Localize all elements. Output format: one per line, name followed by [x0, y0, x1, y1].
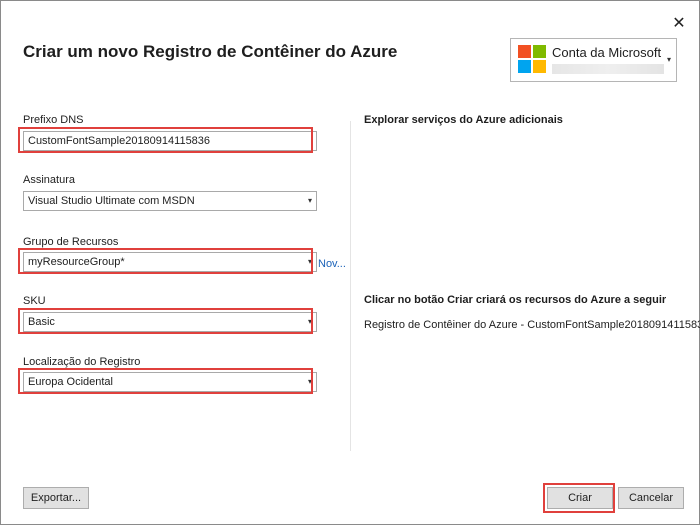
- create-registry-dialog: ✕ Criar um novo Registro de Contêiner do…: [0, 0, 700, 525]
- location-value: Europa Ocidental: [28, 376, 113, 388]
- resource-summary-line: Registro de Contêiner do Azure - CustomF…: [364, 319, 700, 331]
- dropdown-arrow-icon: ▾: [307, 377, 312, 386]
- new-resource-group-link[interactable]: Nov...: [318, 258, 346, 270]
- dropdown-arrow-icon: ▾: [307, 257, 312, 266]
- dropdown-arrow-icon: ▾: [307, 317, 312, 326]
- subscription-value: Visual Studio Ultimate com MSDN: [28, 195, 195, 207]
- dns-prefix-value: CustomFontSample20180914115836: [28, 135, 211, 147]
- subscription-label: Assinatura: [23, 174, 75, 186]
- account-email-redacted: [552, 64, 664, 74]
- explore-services-title: Explorar serviços do Azure adicionais: [364, 114, 563, 126]
- dropdown-arrow-icon: ▾: [307, 196, 312, 205]
- close-icon[interactable]: ✕: [670, 15, 688, 33]
- dns-prefix-input[interactable]: CustomFontSample20180914115836: [23, 131, 317, 151]
- sku-value: Basic: [28, 316, 55, 328]
- microsoft-logo-icon: [518, 45, 546, 73]
- resource-group-label: Grupo de Recursos: [23, 236, 119, 248]
- export-button[interactable]: Exportar...: [23, 487, 89, 509]
- dialog-title: Criar um novo Registro de Contêiner do A…: [23, 42, 398, 61]
- account-label: Conta da Microsoft: [552, 45, 662, 60]
- create-button[interactable]: Criar: [547, 487, 613, 509]
- subscription-select[interactable]: Visual Studio Ultimate com MSDN ▾: [23, 191, 317, 211]
- location-select[interactable]: Europa Ocidental ▾: [23, 372, 317, 392]
- column-divider: [350, 121, 351, 451]
- sku-label: SKU: [23, 295, 46, 307]
- dns-prefix-label: Prefixo DNS: [23, 114, 84, 126]
- location-label: Localização do Registro: [23, 356, 141, 368]
- create-info-title: Clicar no botão Criar criará os recursos…: [364, 294, 667, 306]
- cancel-button[interactable]: Cancelar: [618, 487, 684, 509]
- chevron-down-icon: ▾: [667, 55, 672, 64]
- resource-group-select[interactable]: myResourceGroup* ▾: [23, 252, 317, 272]
- sku-select[interactable]: Basic ▾: [23, 312, 317, 332]
- microsoft-account-selector[interactable]: Conta da Microsoft ▾: [510, 38, 677, 82]
- resource-group-value: myResourceGroup*: [28, 256, 125, 268]
